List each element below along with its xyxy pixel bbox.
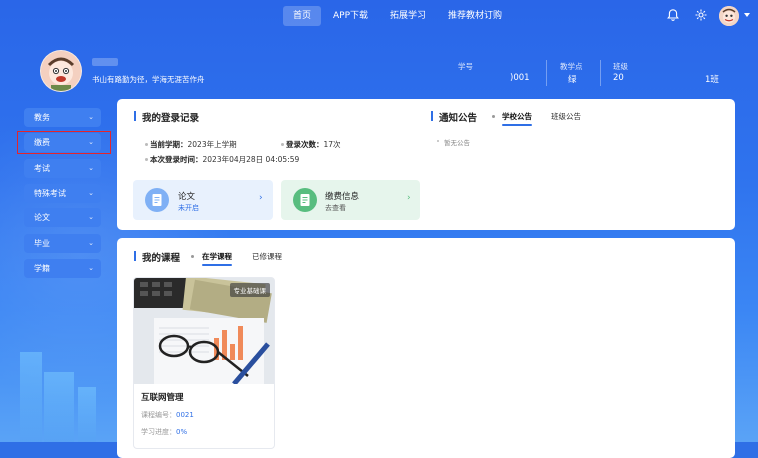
sidebar-item-academic[interactable]: 教务 ⌄ xyxy=(24,108,101,127)
section-accent-bar xyxy=(134,111,136,121)
chevron-down-icon: ⌄ xyxy=(88,239,94,247)
bullet-icon xyxy=(281,143,284,146)
top-bar: 首页 APP下载 拓展学习 推荐教材订购 xyxy=(0,0,758,32)
chevron-down-icon: ⌄ xyxy=(88,164,94,172)
sidebar-item-label: 教务 xyxy=(34,113,50,122)
profile-motto: 书山有路勤为径，学海无涯苦作舟 xyxy=(92,75,205,84)
class-value-prefix: 20 xyxy=(613,73,624,83)
sidebar-item-enrollment[interactable]: 学籍 ⌄ xyxy=(24,259,101,278)
nav-extended-learning[interactable]: 拓展学习 xyxy=(380,6,436,26)
payment-tile-title: 缴费信息 xyxy=(325,192,360,202)
tab-current-courses[interactable]: 在学课程 xyxy=(202,251,232,262)
course-progress-value: 0% xyxy=(176,428,188,436)
course-name: 互联网管理 xyxy=(141,393,184,403)
bullet-icon xyxy=(145,158,148,161)
payment-info-tile[interactable]: 缴费信息 去查看 › xyxy=(281,180,420,220)
decor-building xyxy=(20,352,42,442)
nav-home[interactable]: 首页 xyxy=(283,6,322,26)
payment-tile-link: 去查看 xyxy=(325,204,346,212)
chevron-right-icon: › xyxy=(407,193,411,203)
login-count-value: 17次 xyxy=(323,140,341,149)
settings-gear-icon[interactable] xyxy=(694,8,708,22)
current-term-value: 2023年上学期 xyxy=(187,140,237,149)
sidebar-item-special-exam[interactable]: 特殊考试 ⌄ xyxy=(24,184,101,203)
courses-title: 我的课程 xyxy=(142,253,181,264)
decor-building xyxy=(44,372,74,442)
section-accent-bar xyxy=(431,111,433,121)
active-tab-underline xyxy=(202,264,232,266)
course-code-value: 0021 xyxy=(176,411,194,419)
course-progress: 学习进度：0% xyxy=(141,427,187,437)
tab-completed-courses[interactable]: 已修课程 xyxy=(252,251,282,262)
highlight-box xyxy=(17,131,111,154)
nav-app-download[interactable]: APP下载 xyxy=(323,6,378,26)
section-accent-bar xyxy=(134,251,136,261)
caret-down-icon[interactable] xyxy=(744,13,750,17)
notice-empty-text: 暂无公告 xyxy=(444,139,470,147)
thesis-tile[interactable]: 论文 未开启 › xyxy=(133,180,273,220)
class-value-suffix: 1班 xyxy=(705,75,719,85)
profile-name-masked xyxy=(92,58,118,66)
sidebar-item-label: 学籍 xyxy=(34,264,50,273)
course-card[interactable]: 专业基础课 互联网管理 课程编号：0021 学习进度：0% xyxy=(133,277,275,449)
course-code: 课程编号：0021 xyxy=(141,410,194,420)
bell-icon[interactable] xyxy=(666,8,680,22)
separator-dot xyxy=(191,255,194,258)
thesis-tile-title: 论文 xyxy=(178,192,196,202)
login-record-title: 我的登录记录 xyxy=(142,113,200,124)
document-icon xyxy=(145,188,169,212)
chevron-down-icon: ⌄ xyxy=(88,113,94,121)
course-type-badge: 专业基础课 xyxy=(229,283,270,297)
profile-avatar xyxy=(40,50,82,92)
bullet-icon xyxy=(437,140,439,142)
login-count-label: 登录次数： xyxy=(286,140,324,149)
tab-class-notice[interactable]: 班级公告 xyxy=(551,111,581,122)
sidebar-item-graduation[interactable]: 毕业 ⌄ xyxy=(24,234,101,253)
sidebar-item-thesis[interactable]: 论文 ⌄ xyxy=(24,208,101,227)
main-nav: 首页 APP下载 拓展学习 推荐教材订购 xyxy=(283,6,514,26)
current-term-label: 当前学期： xyxy=(150,140,188,149)
course-code-label: 课程编号： xyxy=(141,411,176,419)
student-id-value: )001 xyxy=(510,73,530,83)
login-time-value: 2023年04月28日 04:05:59 xyxy=(202,155,300,164)
login-time-label: 本次登录时间： xyxy=(150,155,203,164)
course-progress-label: 学习进度： xyxy=(141,428,176,436)
login-notice-card: 我的登录记录 当前学期：2023年上学期 登录次数：17次 本次登录时间：202… xyxy=(117,99,735,230)
decor-building xyxy=(78,387,96,442)
chevron-right-icon: › xyxy=(259,193,263,203)
tab-school-notice[interactable]: 学校公告 xyxy=(502,111,532,122)
nav-textbook-order[interactable]: 推荐教材订购 xyxy=(438,6,512,26)
info-divider xyxy=(600,60,601,86)
sidebar-item-label: 特殊考试 xyxy=(34,189,66,198)
course-cover-image: 专业基础课 xyxy=(134,278,274,384)
current-term: 当前学期：2023年上学期 xyxy=(150,139,237,150)
user-avatar-icon[interactable] xyxy=(719,6,739,26)
campus-label: 教学点 xyxy=(560,62,583,71)
sidebar-item-exam[interactable]: 考试 ⌄ xyxy=(24,159,101,178)
sidebar-item-label: 毕业 xyxy=(34,239,50,248)
student-id-label: 学号 xyxy=(458,62,473,71)
class-label: 班级 xyxy=(613,62,628,71)
notice-title: 通知公告 xyxy=(439,113,478,124)
separator-dot xyxy=(492,115,495,118)
chevron-down-icon: ⌄ xyxy=(88,213,94,221)
chevron-down-icon: ⌄ xyxy=(88,189,94,197)
login-time: 本次登录时间：2023年04月28日 04:05:59 xyxy=(150,154,299,165)
chevron-down-icon: ⌄ xyxy=(88,264,94,272)
sidebar-item-label: 考试 xyxy=(34,164,50,173)
campus-value: 绿 xyxy=(568,75,577,85)
bullet-icon xyxy=(145,143,148,146)
active-tab-underline xyxy=(502,124,532,126)
sidebar-item-label: 论文 xyxy=(34,213,50,222)
info-divider xyxy=(546,60,547,86)
login-count: 登录次数：17次 xyxy=(286,139,341,150)
thesis-tile-status: 未开启 xyxy=(178,204,199,212)
payment-doc-icon xyxy=(293,188,317,212)
